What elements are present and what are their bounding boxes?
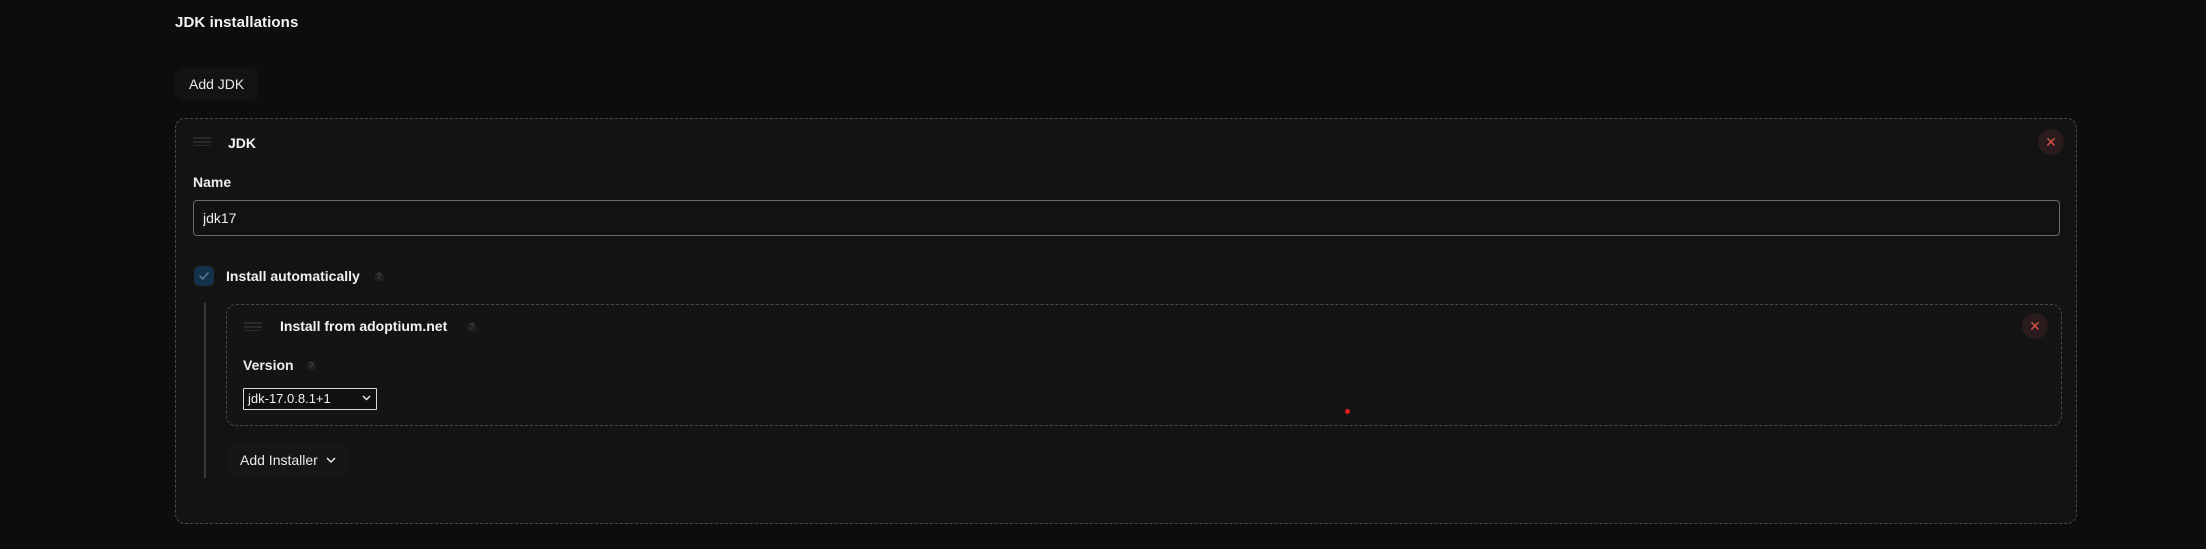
- version-select[interactable]: jdk-17.0.8.1+1: [243, 388, 377, 410]
- drag-handle-icon[interactable]: [193, 137, 211, 146]
- nest-line: [204, 303, 206, 478]
- install-automatically-label: Install automatically: [226, 268, 360, 284]
- remove-installer-button[interactable]: ✕: [2022, 313, 2048, 339]
- help-icon[interactable]: ?: [306, 361, 316, 371]
- name-input[interactable]: [193, 200, 2060, 236]
- jdk-card: JDK ✕ Name Install automatically ? Insta…: [175, 118, 2077, 524]
- drag-handle-icon[interactable]: [244, 322, 262, 331]
- checkmark-icon: [199, 272, 209, 280]
- chevron-down-icon: [362, 395, 371, 401]
- close-icon: ✕: [2029, 318, 2041, 334]
- jdk-installations-page: JDK installations Add JDK JDK ✕ Name Ins…: [0, 0, 2206, 549]
- add-installer-label: Add Installer: [240, 452, 318, 468]
- install-automatically-checkbox[interactable]: [194, 266, 214, 286]
- help-icon[interactable]: ?: [374, 272, 384, 282]
- version-selected-value: jdk-17.0.8.1+1: [248, 391, 331, 406]
- help-icon[interactable]: ?: [467, 322, 477, 332]
- remove-jdk-button[interactable]: ✕: [2038, 129, 2064, 155]
- close-icon: ✕: [2045, 134, 2057, 150]
- cursor-indicator: [1345, 409, 1350, 414]
- chevron-down-icon: [326, 456, 336, 463]
- section-title: JDK installations: [175, 14, 299, 31]
- installer-title: Install from adoptium.net: [280, 318, 448, 334]
- version-label: Version: [243, 357, 294, 373]
- installer-card: Install from adoptium.net ? ✕ Version ? …: [226, 304, 2062, 426]
- jdk-card-title: JDK: [228, 135, 257, 151]
- name-label: Name: [193, 174, 232, 190]
- add-jdk-button[interactable]: Add JDK: [175, 68, 259, 100]
- add-installer-button[interactable]: Add Installer: [226, 444, 350, 476]
